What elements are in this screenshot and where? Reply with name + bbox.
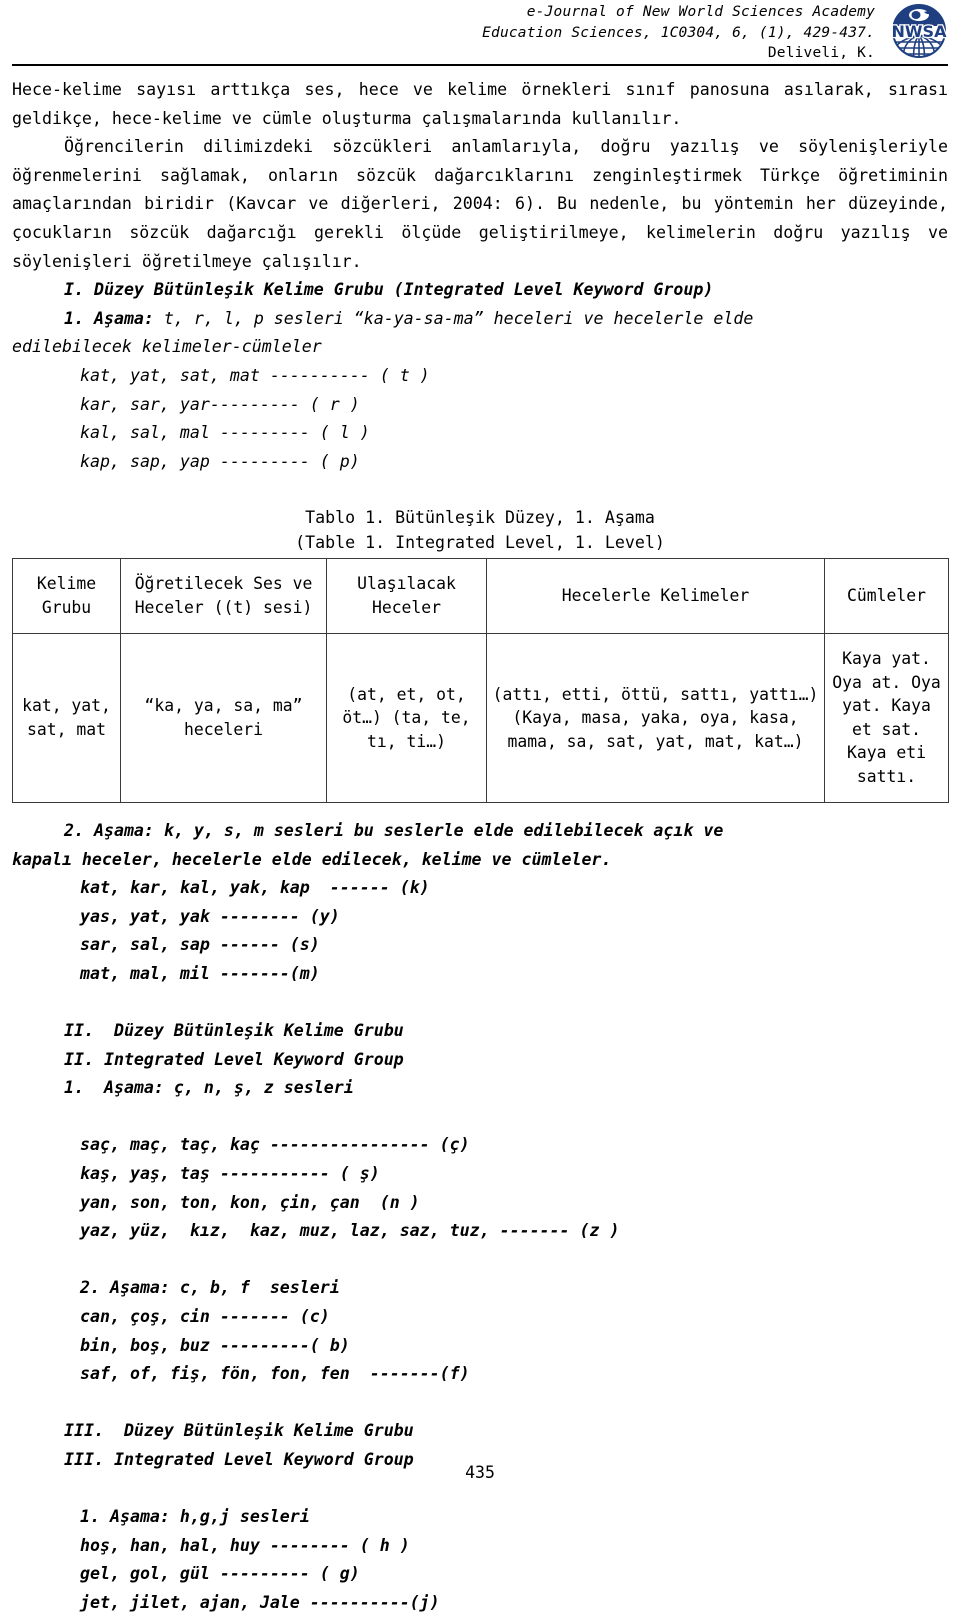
nwsa-logo-icon: NWSA [890,4,948,58]
journal-issue-info: Education Sciences, 1C0304, 6, (1), 429-… [482,24,875,41]
list-item: jet, jilet, ajan, Jale ----------(j) [80,1592,440,1612]
table-header-cell-hecelerle-kelimeler: Hecelerle Kelimeler [486,557,825,634]
table-header-cell-ogretilecek-ses: Öğretilecek Ses ve Heceler ((t) sesi) [120,557,327,634]
table-header-cell-ulasilacak-heceler: Ulaşılacak Heceler [326,557,487,634]
list-item: saç, maç, taç, kaç ---------------- (ç) [80,1135,470,1155]
group-2-stage-2-heading: 2. Aşama: c, b, f sesleri [80,1278,340,1298]
group-1-stage-2-paragraph: 2. Aşama: k, y, s, m sesleri bu seslerle… [12,817,948,846]
list-item: gel, gol, gül --------- ( g) [80,1564,360,1584]
table-row: kat, yat, sat, mat “ka, ya, sa, ma” hece… [12,632,949,803]
journal-citation: e-Journal of New World Sciences Academy … [420,2,875,64]
group-3-stage-1-heading: 1. Aşama: h,g,j sesleri [80,1507,310,1527]
list-item: kaş, yaş, taş ----------- ( ş) [80,1164,380,1184]
heading-group-3-tr: III. Düzey Bütünleşik Kelime Grubu [64,1421,414,1441]
group-1-stage-1-line: 1. Aşama: t, r, l, p sesleri “ka-ya-sa-m… [12,305,948,334]
table-header-row: Kelime Grubu Öğretilecek Ses ve Heceler … [12,557,949,634]
list-item: sar, sal, sap ------ (s) [80,935,320,955]
group-1-stage-2-continuation: kapalı heceler, hecelerle elde edilecek,… [12,849,612,869]
paragraph-2: Öğrencilerin dilimizdeki sözcükleri anla… [12,137,948,271]
table-caption-en: (Table 1. Integrated Level, 1. Level) [295,532,665,552]
nwsa-logo-text: NWSA [892,22,948,41]
table-cell-hecelerle-kelimeler: (attı, etti, öttü, sattı, yattı…) (Kaya,… [486,632,825,803]
list-item: mat, mal, mil -------(m) [80,963,320,983]
page-number: 435 [465,1463,495,1482]
list-item: kat, yat, sat, mat ---------- ( t ) [80,365,430,385]
document-body: Hece-kelime sayısı arttıkça ses, hece ve… [12,76,949,1618]
list-item: kal, sal, mal --------- ( l ) [80,423,370,443]
list-item: saf, of, fiş, fön, fon, fen -------(f) [80,1364,470,1384]
journal-name: e-Journal of New World Sciences Academy [526,4,875,20]
table-cell-ogretilecek-ses: “ka, ya, sa, ma” heceleri [120,632,327,803]
list-item: kat, kar, kal, yak, kap ------ (k) [80,878,430,898]
list-item: kap, sap, yap --------- ( p) [80,451,360,471]
list-item: yan, son, ton, kon, çin, çan (n ) [80,1192,420,1212]
table-cell-cumleler: Kaya yat. Oya at. Oya yat. Kaya et sat. … [824,632,949,803]
header-divider [12,64,948,66]
group-2-stage-1-heading: 1. Aşama: ç, n, ş, z sesleri [64,1078,354,1098]
list-item: hoş, han, hal, huy -------- ( h ) [80,1535,410,1555]
heading-group-1: I. Düzey Bütünleşik Kelime Grubu (Integr… [64,280,714,300]
list-item: yaz, yüz, kız, kaz, muz, laz, saz, tuz, … [80,1221,620,1241]
table-cell-ulasilacak-heceler: (at, et, ot, öt…) (ta, te, tı, ti…) [326,632,487,803]
paragraph-1: Hece-kelime sayısı arttıkça ses, hece ve… [12,80,948,128]
heading-group-2-tr: II. Düzey Bütünleşik Kelime Grubu [64,1021,404,1041]
list-item: bin, boş, buz ---------( b) [80,1335,350,1355]
page-running-head: e-Journal of New World Sciences Academy … [0,0,960,68]
group-1-stage-1-continuation: edilebilecek kelimeler-cümleler [12,337,322,357]
list-item: can, çoş, cin ------- (c) [80,1307,330,1326]
list-item: kar, sar, yar--------- ( r ) [80,394,360,414]
table-header-cell-kelime-grubu: Kelime Grubu [12,557,121,634]
integrated-level-table: Kelime Grubu Öğretilecek Ses ve Heceler … [12,557,949,803]
author-name: Deliveli, K. [767,45,875,61]
group-1-stage-1-label: 1. Aşama: [64,308,154,328]
journal-page: { "header": { "line1": "e-Journal of New… [0,0,960,1612]
group-1-stage-2-text: k, y, s, m sesleri bu seslerle elde edil… [153,820,724,840]
table-caption-tr: Tablo 1. Bütünleşik Düzey, 1. Aşama [305,507,655,527]
group-1-stage-2-label: 2. Aşama: [64,820,154,840]
list-item: yas, yat, yak -------- (y) [80,906,340,926]
group-1-stage-1-text: t, r, l, p sesleri “ka-ya-sa-ma” heceler… [153,308,754,328]
table-header-cell-cumleler: Cümleler [824,557,949,634]
table-cell-kelime-grubu: kat, yat, sat, mat [12,632,121,803]
heading-group-2-en: II. Integrated Level Keyword Group [64,1049,404,1069]
